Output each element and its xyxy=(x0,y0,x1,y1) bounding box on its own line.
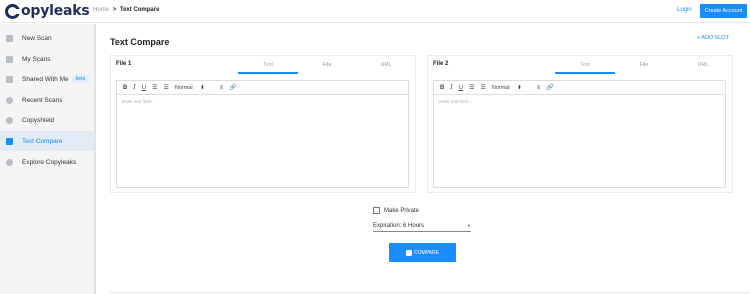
text-editor[interactable]: B I U ☰ ☰ Normal ⬍ ≡ 🔗 Enter text here..… xyxy=(433,80,726,188)
panel-title: File 1 xyxy=(116,61,132,67)
shared-folder-icon xyxy=(6,75,13,83)
sidebar-item-label: Copyshield xyxy=(22,116,55,124)
underline-button[interactable]: U xyxy=(459,85,463,91)
compare-button[interactable]: COMPARE xyxy=(389,243,456,262)
clock-icon xyxy=(6,96,13,104)
editor-placeholder: Enter text here... xyxy=(439,99,473,104)
breadcrumb-current: Text Compare xyxy=(119,7,160,13)
breadcrumb-home[interactable]: Home xyxy=(93,7,109,13)
sidebar-item-label: Shared With Me xyxy=(22,75,69,83)
page-title: Text Compare xyxy=(110,37,170,47)
logo-c-icon xyxy=(5,3,21,19)
tab-text[interactable]: Text xyxy=(238,62,298,68)
italic-button[interactable]: I xyxy=(133,84,135,91)
sidebar-item-explore-copyleaks[interactable]: Explore Copyleaks xyxy=(0,152,94,172)
compare-icon xyxy=(406,249,413,256)
underline-button[interactable]: U xyxy=(142,85,146,91)
sidebar-item-my-scans[interactable]: My Scans xyxy=(0,49,94,69)
tab-text[interactable]: Text xyxy=(555,62,615,68)
compass-icon xyxy=(6,158,13,166)
breadcrumb: Home > Text Compare xyxy=(93,7,159,13)
tab-file[interactable]: File xyxy=(614,62,674,68)
style-select-value: Normal xyxy=(491,84,510,91)
divider xyxy=(110,292,750,293)
text-editor[interactable]: B I U ☰ ☰ Normal ⬍ ≡ 🔗 Enter text here..… xyxy=(116,80,409,188)
tab-url[interactable]: URL xyxy=(673,62,733,68)
sidebar-item-label: My Scans xyxy=(22,55,51,63)
active-tab-indicator xyxy=(238,72,298,74)
compare-icon xyxy=(6,137,13,145)
sidebar-item-label: Recent Scans xyxy=(22,96,63,104)
beta-badge: beta xyxy=(71,75,90,83)
compare-button-label: COMPARE xyxy=(414,249,439,256)
style-select[interactable]: Normal ⬍ xyxy=(175,85,211,91)
make-private-option[interactable]: Make Private xyxy=(373,207,419,214)
active-tab-indicator xyxy=(555,72,615,74)
folder-icon xyxy=(6,55,13,63)
make-private-label: Make Private xyxy=(384,207,420,214)
add-slot-button[interactable]: + ADD SLOT xyxy=(697,35,729,41)
sidebar: New Scan My Scans Shared With Me beta Re… xyxy=(0,24,96,294)
tab-url[interactable]: URL xyxy=(356,62,416,68)
sidebar-item-label: Text Compare xyxy=(22,137,63,145)
editor-toolbar: B I U ☰ ☰ Normal ⬍ ≡ 🔗 xyxy=(117,81,408,95)
link-icon[interactable]: 🔗 xyxy=(546,84,553,91)
logo-text: opyleaks xyxy=(21,3,90,19)
chevron-down-icon: ▼ xyxy=(467,223,471,228)
sidebar-item-recent-scans[interactable]: Recent Scans xyxy=(0,90,94,110)
sidebar-item-text-compare[interactable]: Text Compare xyxy=(0,131,94,151)
editor-toolbar: B I U ☰ ☰ Normal ⬍ ≡ 🔗 xyxy=(434,81,725,95)
create-account-button[interactable]: Create Account xyxy=(700,4,747,18)
editor-placeholder: Enter text here... xyxy=(122,99,156,104)
tab-file[interactable]: File xyxy=(297,62,357,68)
select-caret-icon: ⬍ xyxy=(517,84,522,91)
link-icon[interactable]: 🔗 xyxy=(229,84,236,91)
style-select[interactable]: Normal ⬍ xyxy=(492,85,528,91)
italic-button[interactable]: I xyxy=(450,84,452,91)
document-icon xyxy=(6,34,13,42)
top-bar: opyleaks Home > Text Compare Login Creat… xyxy=(0,0,750,23)
align-icon[interactable]: ≡ xyxy=(537,85,541,91)
file-2-panel: File 2 Text File URL B I U ☰ ☰ Normal ⬍ … xyxy=(427,55,733,193)
style-select-value: Normal xyxy=(174,84,193,91)
shield-icon xyxy=(6,116,13,124)
select-caret-icon: ⬍ xyxy=(200,84,205,91)
sidebar-item-new-scan[interactable]: New Scan xyxy=(0,28,94,48)
login-link[interactable]: Login xyxy=(677,7,692,13)
bold-button[interactable]: B xyxy=(440,85,444,91)
ordered-list-icon[interactable]: ☰ xyxy=(152,84,157,91)
align-icon[interactable]: ≡ xyxy=(220,85,224,91)
sidebar-item-label: Explore Copyleaks xyxy=(22,158,77,166)
sidebar-item-label: New Scan xyxy=(22,34,52,42)
bullet-list-icon[interactable]: ☰ xyxy=(480,84,485,91)
ordered-list-icon[interactable]: ☰ xyxy=(469,84,474,91)
bullet-list-icon[interactable]: ☰ xyxy=(163,84,168,91)
copyleaks-logo[interactable]: opyleaks xyxy=(5,2,90,20)
sidebar-item-copyshield[interactable]: Copyshield xyxy=(0,110,94,130)
panel-title: File 2 xyxy=(433,61,449,67)
expiration-value: Expiration: 6 Hours xyxy=(373,222,425,229)
expiration-select[interactable]: Expiration: 6 Hours ▼ xyxy=(373,220,471,232)
file-1-panel: File 1 Text File URL B I U ☰ ☰ Normal ⬍ … xyxy=(110,55,416,193)
bold-button[interactable]: B xyxy=(123,85,127,91)
make-private-checkbox[interactable] xyxy=(373,207,380,214)
breadcrumb-separator: > xyxy=(112,7,117,13)
sidebar-item-shared-with-me[interactable]: Shared With Me beta xyxy=(0,69,94,89)
